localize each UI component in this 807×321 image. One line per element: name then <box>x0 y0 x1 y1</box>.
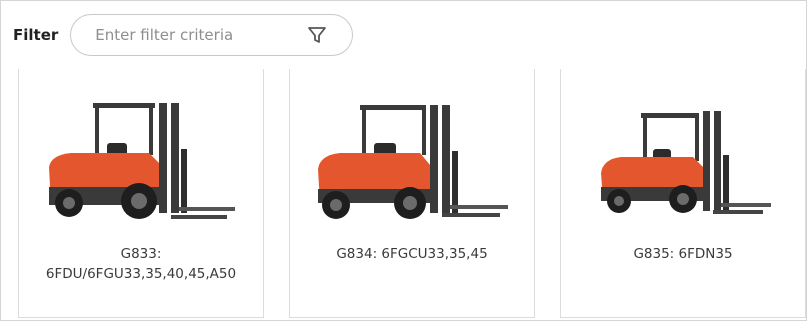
funnel-icon[interactable] <box>305 23 329 47</box>
forklift-image <box>49 103 235 219</box>
product-title-line: G834: 6FGCU33,35,45 <box>336 246 488 262</box>
product-title-line: G835: 6FDN35 <box>633 246 733 262</box>
filter-input[interactable] <box>93 25 298 45</box>
product-grid: G833: 6FDU/6FGU33,35,40,45,A50 G834: 6FG… <box>18 69 806 320</box>
product-title: G833: 6FDU/6FGU33,35,40,45,A50 <box>19 244 263 284</box>
product-card[interactable]: G833: 6FDU/6FGU33,35,40,45,A50 <box>18 69 264 318</box>
product-card[interactable]: G834: 6FGCU33,35,45 <box>289 69 535 318</box>
forklift-image <box>601 111 771 214</box>
product-browser: Filter Enter filter criteria G833: 6FDU/… <box>0 0 807 321</box>
product-title-line: 6FDU/6FGU33,35,40,45,A50 <box>45 266 237 282</box>
forklift-image <box>318 105 508 219</box>
product-title: G834: 6FGCU33,35,45 <box>290 244 534 264</box>
filter-label: Filter <box>13 26 59 44</box>
product-title: G835: 6FDN35 <box>561 244 805 264</box>
product-title-line: G833: <box>120 246 162 262</box>
filter-box[interactable] <box>70 14 354 56</box>
filter-bar: Filter <box>13 13 354 57</box>
product-card[interactable]: G835: 6FDN35 <box>560 69 806 318</box>
